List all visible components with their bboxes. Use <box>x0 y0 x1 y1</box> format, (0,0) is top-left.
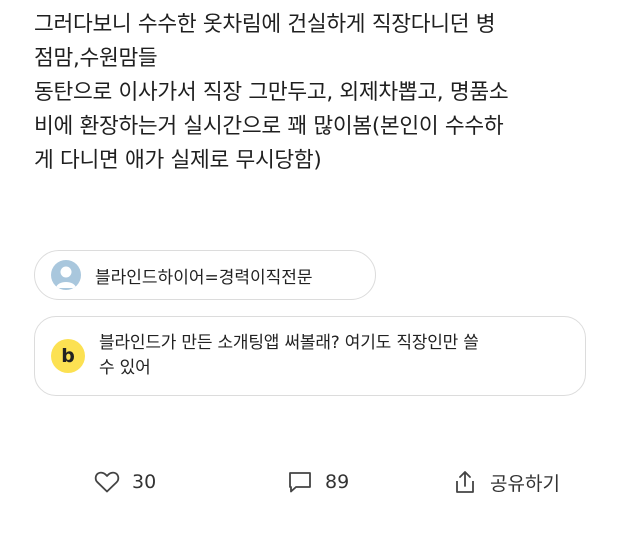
heart-icon <box>94 471 120 493</box>
user-avatar-icon <box>51 260 81 290</box>
dating-app-promo[interactable]: b 블라인드가 만든 소개팅앱 써볼래? 여기도 직장인만 쓸 수 있어 <box>34 316 586 396</box>
blind-logo-icon: b <box>51 339 85 373</box>
promo-line: 블라인드가 만든 소개팅앱 써볼래? 여기도 직장인만 쓸 <box>99 333 479 353</box>
like-button[interactable]: 30 <box>94 462 156 502</box>
post-line: 비에 환장하는거 실시간으로 꽤 많이봄(본인이 수수하 <box>34 114 504 139</box>
post-body: 그러다보니 수수한 옷차림에 건실하게 직장다니던 병 점맘,수원맘들 동탄으로… <box>34 8 624 178</box>
like-count: 30 <box>132 471 157 493</box>
blind-hire-chip[interactable]: 블라인드하이어=경력이직전문 <box>34 250 376 300</box>
comment-button[interactable]: 89 <box>287 462 349 502</box>
promo-line: 수 있어 <box>99 358 151 378</box>
share-icon <box>456 471 474 493</box>
share-label: 공유하기 <box>490 472 560 495</box>
promo-text: 블라인드가 만든 소개팅앱 써볼래? 여기도 직장인만 쓸 수 있어 <box>99 331 479 381</box>
post-line: 그러다보니 수수한 옷차림에 건실하게 직장다니던 병 <box>34 12 496 37</box>
chip-label: 블라인드하이어=경력이직전문 <box>95 267 313 288</box>
action-bar: 30 89 공유하기 <box>0 462 640 502</box>
comment-icon <box>289 472 311 493</box>
post-line: 게 다니면 애가 실제로 무시당함) <box>34 148 322 173</box>
share-button[interactable]: 공유하기 <box>452 462 560 502</box>
post-line: 동탄으로 이사가서 직장 그만두고, 외제차뽑고, 명품소 <box>34 80 509 105</box>
post-line: 점맘,수원맘들 <box>34 46 158 71</box>
comment-count: 89 <box>325 471 350 493</box>
